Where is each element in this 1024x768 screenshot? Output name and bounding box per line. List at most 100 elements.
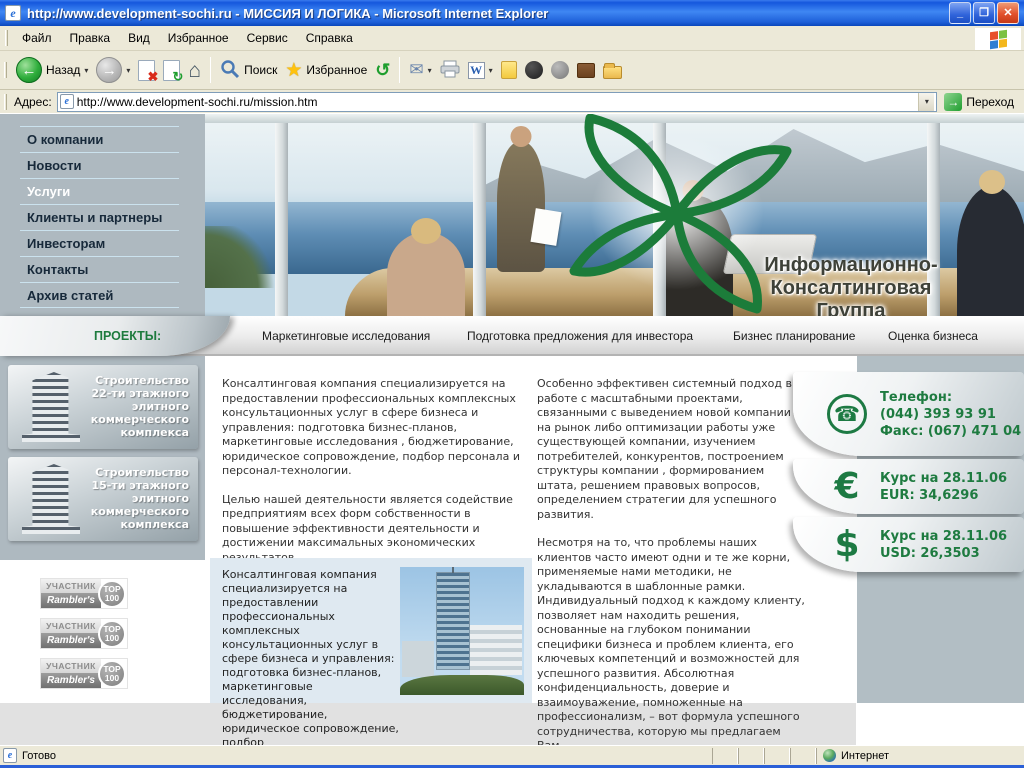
forward-dropdown-icon[interactable]: ▾ — [126, 66, 130, 75]
menu-marketing-research[interactable]: Маркетинговые исследования — [262, 329, 430, 343]
status-pane — [712, 748, 738, 764]
sphere-button[interactable] — [547, 59, 573, 81]
phone-icon: ☎ — [827, 394, 867, 434]
dollar-icon: $ — [827, 527, 867, 563]
research-button[interactable] — [573, 61, 599, 80]
menu-business-planning[interactable]: Бизнес планирование — [733, 329, 855, 343]
menu-investor-proposal[interactable]: Подготовка предложения для инвестора — [467, 329, 693, 343]
edit-dropdown-icon[interactable]: ▾ — [489, 66, 493, 75]
search-icon — [220, 59, 240, 82]
menu-help[interactable]: Справка — [297, 27, 362, 49]
rambler-top100-badge[interactable]: УЧАСТНИКRambler's TOP100 — [40, 618, 128, 649]
close-button[interactable]: ✕ — [997, 2, 1019, 24]
address-input[interactable] — [74, 95, 919, 109]
history-button[interactable]: ↺ — [371, 58, 394, 83]
rambler-top100-badge[interactable]: УЧАСТНИКRambler's TOP100 — [40, 658, 128, 689]
back-icon: ← — [16, 57, 42, 83]
banner-person — [497, 142, 545, 272]
menu-view[interactable]: Вид — [119, 27, 159, 49]
refresh-button[interactable]: ↻ — [159, 58, 184, 83]
highlight-box: Консалтинговая компания специализируется… — [210, 558, 532, 703]
back-button[interactable]: ← Назад ▾ — [12, 55, 92, 85]
folder-button[interactable] — [599, 60, 626, 81]
forward-button[interactable]: → ▾ — [92, 55, 134, 85]
sidebar-item-contacts[interactable]: Контакты — [20, 256, 179, 282]
tower-building — [436, 572, 470, 670]
title-bar: e http://www.development-sochi.ru - МИСС… — [0, 0, 1024, 26]
sidebar-item-clients[interactable]: Клиенты и партнеры — [20, 204, 179, 230]
address-grip[interactable] — [4, 94, 7, 110]
paragraph: Целью нашей деятельности является содейс… — [222, 493, 524, 566]
forward-icon: → — [96, 57, 122, 83]
menu-grip[interactable] — [5, 30, 8, 46]
home-icon: ⌂ — [188, 60, 201, 81]
projects-tab: ПРОЕКТЫ: — [0, 316, 230, 356]
minimize-button[interactable]: _ — [949, 2, 971, 24]
status-page-icon: e — [3, 748, 17, 763]
menu-edit[interactable]: Правка — [61, 27, 120, 49]
menu-file[interactable]: Файл — [13, 27, 61, 49]
menu-tools[interactable]: Сервис — [238, 27, 297, 49]
banner-shore — [205, 226, 279, 288]
edit-with-word-button[interactable]: W ▾ — [464, 60, 497, 81]
refresh-icon: ↻ — [163, 60, 180, 81]
paragraph: Несмотря на то, что проблемы наших клиен… — [537, 536, 807, 745]
folder-icon — [603, 66, 622, 79]
project-card-22-floors[interactable]: Строительство 22-ти этажного элитного ко… — [8, 365, 198, 449]
back-dropdown-icon[interactable]: ▾ — [84, 66, 88, 75]
word-icon: W — [468, 62, 485, 79]
go-icon: → — [944, 93, 962, 111]
messenger-button[interactable] — [521, 59, 547, 81]
sidebar-item-about[interactable]: О компании — [20, 126, 179, 152]
trees — [400, 675, 524, 695]
sidebar-item-archive[interactable]: Архив статей — [20, 282, 179, 308]
status-pane — [764, 748, 790, 764]
rambler-top100-badge[interactable]: УЧАСТНИКRambler's TOP100 — [40, 578, 128, 609]
phone-number: (044) 393 93 91 — [880, 406, 1024, 423]
address-bar: Адрес: e ▾ → Переход — [0, 90, 1024, 114]
low-building — [402, 641, 434, 677]
menu-bar: Файл Правка Вид Избранное Сервис Справка — [0, 26, 1024, 51]
top100-circle-icon: TOP100 — [98, 620, 126, 648]
building-icon — [22, 464, 80, 534]
address-label: Адрес: — [14, 95, 52, 109]
status-pane — [738, 748, 764, 764]
eur-rate-value: EUR: 34,6296 — [880, 487, 1007, 504]
toolbar-separator — [210, 57, 211, 83]
favorites-star-icon: ★ — [285, 59, 302, 82]
search-button[interactable]: Поиск — [216, 57, 281, 84]
go-button[interactable]: → Переход — [937, 93, 1021, 111]
sidebar-item-investors[interactable]: Инвесторам — [20, 230, 179, 256]
restore-button[interactable]: ❐ — [973, 2, 995, 24]
tower-photo — [400, 567, 524, 695]
sidebar-item-services[interactable]: Услуги — [20, 178, 179, 204]
internet-globe-icon — [823, 749, 836, 762]
menu-favorites[interactable]: Избранное — [159, 27, 238, 49]
building-icon — [22, 372, 80, 442]
messenger-icon — [525, 61, 543, 79]
paragraph: Особенно эффективен системный подход в р… — [537, 377, 807, 522]
usd-rate-value: USD: 26,3503 — [880, 545, 1007, 562]
browser-window: e http://www.development-sochi.ru - МИСС… — [0, 0, 1024, 768]
menu-business-valuation[interactable]: Оценка бизнеса — [888, 329, 978, 343]
page-favicon: e — [60, 94, 74, 109]
mail-button[interactable]: ✉ ▾ — [405, 58, 435, 82]
sidebar-item-news[interactable]: Новости — [20, 152, 179, 178]
home-button[interactable]: ⌂ — [184, 58, 205, 83]
windows-flag-icon — [990, 29, 1007, 48]
mail-dropdown-icon[interactable]: ▾ — [428, 66, 432, 75]
banner-person — [387, 232, 465, 316]
status-text: Готово — [22, 750, 56, 762]
security-zone-pane: Интернет — [816, 748, 1021, 764]
address-dropdown-button[interactable]: ▾ — [918, 93, 934, 111]
main-navigation: О компании Новости Услуги Клиенты и парт… — [0, 126, 205, 308]
toolbar-grip[interactable] — [4, 62, 7, 78]
sphere-icon — [551, 61, 569, 79]
print-button[interactable] — [436, 58, 464, 83]
book-icon — [577, 63, 595, 78]
project-card-15-floors[interactable]: Строительство 15-ти этажного элитного ко… — [8, 457, 198, 541]
ie-window-icon[interactable]: e — [5, 5, 21, 21]
notes-button[interactable] — [497, 59, 521, 81]
stop-button[interactable]: ✖ — [134, 58, 159, 83]
favorites-button[interactable]: ★ Избранное — [281, 57, 371, 84]
